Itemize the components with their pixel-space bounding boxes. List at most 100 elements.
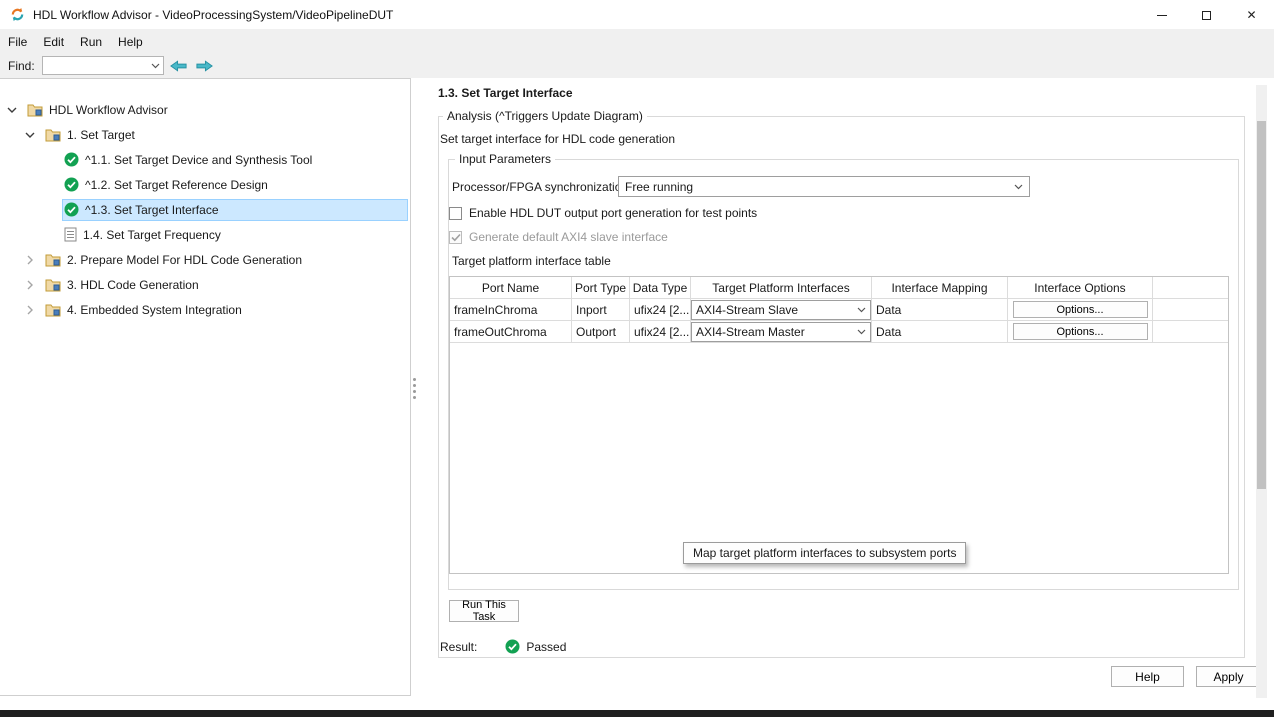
- run-this-task-button[interactable]: Run This Task: [449, 599, 519, 623]
- data-type-cell: ufix24 [2...: [630, 299, 691, 320]
- dropdown-chevron-icon: [857, 329, 866, 335]
- expander-expanded-icon[interactable]: [24, 129, 36, 141]
- dropdown-chevron-icon: [857, 307, 866, 313]
- close-button[interactable]: ✕: [1229, 0, 1274, 30]
- close-icon: ✕: [1246, 8, 1257, 22]
- tree-item-label: 1.4. Set Target Frequency: [83, 227, 221, 242]
- tree-item-label: 1. Set Target: [67, 127, 135, 142]
- sync-dropdown[interactable]: Free running: [618, 176, 1030, 197]
- combo-chevron-icon: [151, 63, 160, 69]
- menu-help[interactable]: Help: [110, 30, 151, 53]
- axi4-slave-checkbox: [449, 230, 462, 244]
- expander-expanded-icon[interactable]: [6, 104, 18, 116]
- passed-check-icon: [64, 177, 79, 192]
- selected-tree-item[interactable]: ^1.3. Set Target Interface: [62, 198, 408, 221]
- sync-label: Processor/FPGA synchronization:: [452, 180, 632, 194]
- folder-icon: [27, 103, 43, 117]
- port-name-cell: frameInChroma: [450, 299, 572, 320]
- interface-table-label: Target platform interface table: [452, 254, 611, 268]
- tree-item-4-embedded-system[interactable]: 4. Embedded System Integration: [0, 297, 410, 322]
- minimize-icon: [1156, 14, 1167, 16]
- workflow-tree-panel: HDL Workflow Advisor 1. Set Target ^1.1.…: [0, 78, 411, 696]
- tree-item-label: ^1.1. Set Target Device and Synthesis To…: [85, 152, 313, 167]
- port-type-cell: Inport: [572, 299, 630, 320]
- column-header-port-name: Port Name: [450, 277, 572, 298]
- apply-button[interactable]: Apply: [1196, 666, 1261, 687]
- options-button-frameInChroma[interactable]: Options...: [1012, 301, 1148, 318]
- task-title: 1.3. Set Target Interface: [438, 86, 573, 100]
- tree-item-hdl-workflow-advisor[interactable]: HDL Workflow Advisor: [0, 97, 410, 122]
- tree-item-set-target[interactable]: 1. Set Target: [0, 122, 410, 147]
- folder-icon: [45, 128, 61, 142]
- column-header-data-type: Data Type: [630, 277, 691, 298]
- find-label: Find:: [8, 58, 35, 73]
- window-bottom-edge: [0, 710, 1274, 717]
- passed-check-icon: [64, 152, 79, 167]
- filler-cell: [1153, 321, 1228, 342]
- tree-item-label: 2. Prepare Model For HDL Code Generation: [67, 252, 303, 267]
- panel-splitter[interactable]: [411, 78, 418, 696]
- folder-icon: [45, 278, 61, 292]
- tree-item-label: 3. HDL Code Generation: [67, 277, 199, 292]
- passed-check-icon: [64, 202, 79, 217]
- axi4-slave-checkbox-row: Generate default AXI4 slave interface: [449, 230, 668, 244]
- tree-item-label: 4. Embedded System Integration: [67, 302, 242, 317]
- result-passed-check-icon: [505, 639, 520, 654]
- find-input[interactable]: [41, 56, 164, 75]
- column-header-target-platform-interfaces: Target Platform Interfaces: [691, 277, 872, 298]
- menu-file[interactable]: File: [0, 30, 35, 53]
- table-tooltip: Map target platform interfaces to subsys…: [683, 542, 967, 564]
- expander-collapsed-icon[interactable]: [24, 254, 36, 266]
- tree-item-1-3-set-target-interface[interactable]: ^1.3. Set Target Interface: [0, 197, 410, 222]
- interface-mapping-cell[interactable]: Data: [872, 321, 1008, 342]
- find-previous-button[interactable]: [168, 56, 190, 76]
- tree-item-2-prepare-model[interactable]: 2. Prepare Model For HDL Code Generation: [0, 247, 410, 272]
- interface-mapping-cell[interactable]: Data: [872, 299, 1008, 320]
- title-bar: HDL Workflow Advisor - VideoProcessingSy…: [0, 0, 1274, 30]
- expander-collapsed-icon[interactable]: [24, 304, 36, 316]
- options-button-frameOutChroma[interactable]: Options...: [1012, 323, 1148, 340]
- input-parameters-label: Input Parameters: [455, 152, 556, 166]
- splitter-grip-icon: [413, 390, 416, 393]
- menu-edit[interactable]: Edit: [35, 30, 72, 53]
- result-row: Result: Passed: [440, 639, 566, 654]
- table-row-frameInChroma: frameInChroma Inport ufix24 [2... AXI4-S…: [450, 299, 1228, 321]
- tree-item-3-hdl-code-generation[interactable]: 3. HDL Code Generation: [0, 272, 410, 297]
- test-points-checkbox[interactable]: [449, 206, 462, 220]
- tree-item-1-1-set-target-device[interactable]: ^1.1. Set Target Device and Synthesis To…: [0, 147, 410, 172]
- find-back-icon: [169, 59, 188, 73]
- dropdown-chevron-icon: [1014, 184, 1023, 190]
- scrollbar-thumb[interactable]: [1257, 121, 1266, 489]
- tree-item-1-4-set-target-frequency[interactable]: 1.4. Set Target Frequency: [0, 222, 410, 247]
- sync-dropdown-value: Free running: [625, 179, 694, 194]
- workflow-tree: HDL Workflow Advisor 1. Set Target ^1.1.…: [0, 79, 410, 322]
- minimize-button[interactable]: [1139, 0, 1184, 30]
- interface-dropdown-value: AXI4-Stream Master: [696, 324, 805, 339]
- filler-cell: [1153, 299, 1228, 320]
- column-header-interface-mapping: Interface Mapping: [872, 277, 1008, 298]
- port-name-cell: frameOutChroma: [450, 321, 572, 342]
- table-header-row: Port Name Port Type Data Type Target Pla…: [450, 277, 1228, 299]
- tree-item-label: HDL Workflow Advisor: [49, 102, 168, 117]
- test-points-checkbox-row: Enable HDL DUT output port generation fo…: [449, 206, 757, 220]
- splitter-grip-icon: [413, 378, 416, 381]
- maximize-button[interactable]: [1184, 0, 1229, 30]
- splitter-grip-icon: [413, 384, 416, 387]
- task-description: Set target interface for HDL code genera…: [440, 132, 676, 146]
- find-next-button[interactable]: [194, 56, 216, 76]
- result-value: Passed: [526, 639, 567, 654]
- menu-bar: File Edit Run Help: [0, 30, 1274, 53]
- expander-collapsed-icon[interactable]: [24, 279, 36, 291]
- help-button[interactable]: Help: [1111, 666, 1184, 687]
- maximize-icon: [1202, 10, 1211, 20]
- column-header-filler: [1153, 277, 1228, 298]
- analysis-groupbox-label: Analysis (^Triggers Update Diagram): [443, 109, 647, 123]
- tree-item-label: ^1.2. Set Target Reference Design: [85, 177, 268, 192]
- interface-dropdown-frameOutChroma[interactable]: AXI4-Stream Master: [691, 321, 871, 342]
- interface-dropdown-frameInChroma[interactable]: AXI4-Stream Slave: [691, 299, 871, 320]
- tree-item-1-2-set-target-reference[interactable]: ^1.2. Set Target Reference Design: [0, 172, 410, 197]
- vertical-scrollbar[interactable]: [1256, 85, 1267, 698]
- folder-icon: [45, 303, 61, 317]
- menu-run[interactable]: Run: [72, 30, 110, 53]
- target-platform-interface-table: Port Name Port Type Data Type Target Pla…: [449, 276, 1229, 574]
